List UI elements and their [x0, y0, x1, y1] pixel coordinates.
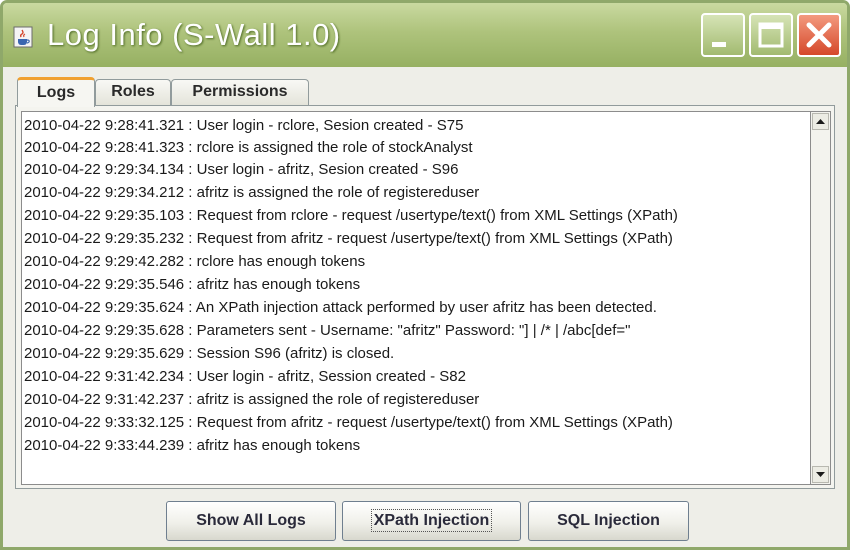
log-line: 2010-04-22 9:29:35.546 : afritz has enou…	[24, 276, 361, 293]
maximize-icon	[758, 22, 784, 48]
minimize-icon	[712, 42, 726, 47]
xpath-injection-label: XPath Injection	[370, 509, 493, 532]
window-content: Logs Roles Permissions 2010-04-22 9:28:4…	[3, 67, 847, 547]
log-line: 2010-04-22 9:31:42.234 : User login - af…	[24, 368, 466, 385]
log-line: 2010-04-22 9:29:35.624 : An XPath inject…	[24, 299, 657, 316]
minimize-button[interactable]	[701, 13, 745, 57]
log-line: 2010-04-22 9:29:35.629 : Session S96 (af…	[24, 345, 395, 362]
logs-tab-panel: 2010-04-22 9:28:41.321 : User login - rc…	[15, 105, 835, 489]
log-line: 2010-04-22 9:31:42.237 : afritz is assig…	[24, 391, 480, 408]
log-line: 2010-04-22 9:29:34.212 : afritz is assig…	[24, 184, 480, 201]
tab-logs[interactable]: Logs	[17, 77, 95, 107]
log-line: 2010-04-22 9:29:35.628 : Parameters sent…	[24, 322, 631, 339]
log-text-area[interactable]: 2010-04-22 9:28:41.321 : User login - rc…	[21, 111, 811, 485]
close-button[interactable]	[797, 13, 841, 57]
close-icon	[806, 22, 832, 48]
scroll-up-button[interactable]	[812, 113, 829, 130]
vertical-scrollbar[interactable]	[811, 111, 831, 485]
log-info-window: Log Info (S-Wall 1.0) Logs Roles Permiss…	[0, 0, 850, 550]
tab-roles[interactable]: Roles	[95, 79, 171, 105]
log-line: 2010-04-22 9:33:44.239 : afritz has enou…	[24, 437, 361, 454]
log-line: 2010-04-22 9:29:42.282 : rclore has enou…	[24, 253, 366, 270]
log-line: 2010-04-22 9:28:41.323 : rclore is assig…	[24, 139, 473, 156]
log-line: 2010-04-22 9:28:41.321 : User login - rc…	[24, 117, 464, 134]
window-title: Log Info (S-Wall 1.0)	[47, 17, 341, 52]
xpath-injection-button[interactable]: XPath Injection	[342, 501, 521, 541]
tab-permissions[interactable]: Permissions	[171, 79, 309, 105]
log-line: 2010-04-22 9:29:34.134 : User login - af…	[24, 161, 459, 178]
arrow-up-icon	[816, 119, 825, 124]
maximize-button[interactable]	[749, 13, 793, 57]
title-bar[interactable]: Log Info (S-Wall 1.0)	[3, 3, 847, 67]
sql-injection-button[interactable]: SQL Injection	[528, 501, 689, 541]
arrow-down-icon	[816, 472, 825, 477]
log-line: 2010-04-22 9:33:32.125 : Request from af…	[24, 414, 673, 431]
scroll-down-button[interactable]	[812, 466, 829, 483]
log-line: 2010-04-22 9:29:35.232 : Request from af…	[24, 230, 673, 247]
java-cup-icon	[11, 25, 35, 49]
show-all-logs-label: Show All Logs	[196, 512, 306, 529]
show-all-logs-button[interactable]: Show All Logs	[166, 501, 336, 541]
sql-injection-label: SQL Injection	[557, 512, 660, 529]
log-line: 2010-04-22 9:29:35.103 : Request from rc…	[24, 207, 678, 224]
button-bar: Show All Logs XPath Injection SQL Inject…	[3, 501, 847, 541]
